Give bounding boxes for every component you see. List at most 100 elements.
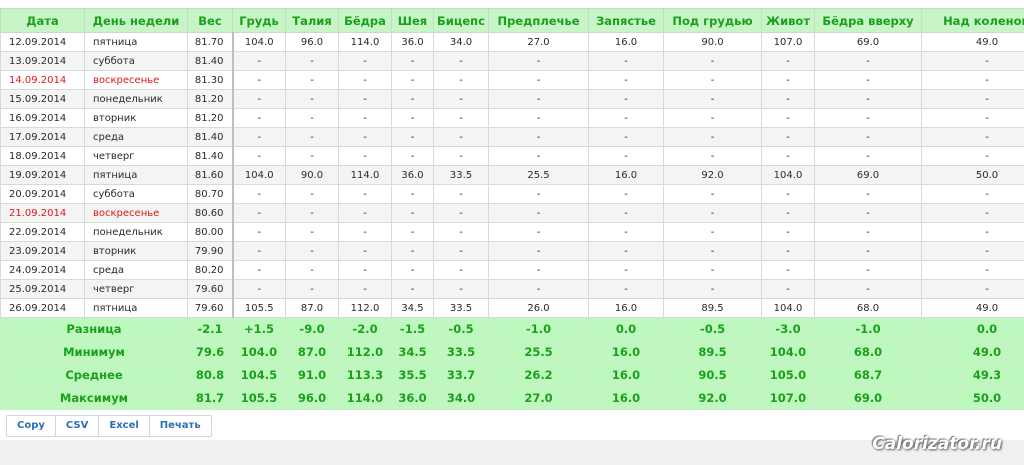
table-row: 26.09.2014 пятница 79.60 105.5 87.0 112.0 34.5… xyxy=(0,298,1024,318)
summary-value-underbust: 92.0 xyxy=(663,386,762,410)
table-row: 14.09.2014 воскресенье 81.30- - - - - - - - - - - xyxy=(0,70,1024,90)
summary-value-waist: -9.0 xyxy=(285,317,339,341)
cell-weekday: четверг xyxy=(84,279,188,299)
column-header-biceps[interactable]: Бицепс xyxy=(433,8,489,33)
cell-forearm: - xyxy=(488,203,589,223)
column-header-above-knee[interactable]: Над коленом xyxy=(921,8,1024,33)
summary-value-upper-thighs: -1.0 xyxy=(814,317,922,341)
table-row: 15.09.2014 понедельник 81.20- - - - - - - - - - - xyxy=(0,89,1024,109)
cell-waist: - xyxy=(285,241,339,261)
cell-forearm: - xyxy=(488,70,589,90)
cell-belly: - xyxy=(761,203,815,223)
print-button[interactable]: Печать xyxy=(150,416,211,436)
cell-wrist: - xyxy=(588,89,664,109)
cell-upper-thighs: 69.0 xyxy=(814,165,922,185)
cell-chest: - xyxy=(232,184,286,204)
cell-underbust: - xyxy=(663,127,762,147)
cell-weight: 81.70 xyxy=(187,32,234,52)
cell-weekday: пятница xyxy=(84,32,188,52)
cell-weekday: суббота xyxy=(84,184,188,204)
column-header-underbust[interactable]: Под грудью xyxy=(663,8,762,33)
cell-above-knee: - xyxy=(921,127,1024,147)
cell-waist: - xyxy=(285,184,339,204)
cell-hips: - xyxy=(338,51,392,71)
cell-chest: - xyxy=(232,70,286,90)
cell-biceps: - xyxy=(433,222,489,242)
column-header-hips[interactable]: Бёдра xyxy=(338,8,392,33)
cell-wrist: - xyxy=(588,51,664,71)
cell-weight: 79.60 xyxy=(187,279,234,299)
summary-value-wrist: 16.0 xyxy=(588,363,664,387)
cell-forearm: - xyxy=(488,260,589,280)
column-header-chest[interactable]: Грудь xyxy=(232,8,286,33)
cell-upper-thighs: - xyxy=(814,108,922,128)
column-header-neck[interactable]: Шея xyxy=(391,8,434,33)
cell-chest: - xyxy=(232,241,286,261)
column-header-weekday[interactable]: День недели xyxy=(84,8,188,33)
cell-hips: - xyxy=(338,70,392,90)
summary-value-chest: +1.5 xyxy=(232,317,286,341)
cell-waist: - xyxy=(285,260,339,280)
cell-neck: - xyxy=(391,89,434,109)
cell-weekday: воскресенье xyxy=(84,70,188,90)
csv-button[interactable]: CSV xyxy=(56,416,100,436)
cell-waist: 90.0 xyxy=(285,165,339,185)
cell-upper-thighs: - xyxy=(814,184,922,204)
summary-value-biceps: 33.7 xyxy=(433,363,489,387)
column-header-wrist[interactable]: Запястье xyxy=(588,8,664,33)
cell-date: 13.09.2014 xyxy=(0,51,85,71)
column-header-waist[interactable]: Талия xyxy=(285,8,339,33)
cell-above-knee: - xyxy=(921,203,1024,223)
column-header-forearm[interactable]: Предплечье xyxy=(488,8,589,33)
table-header-row: Дата День недели Вес Грудь Талия Бёдра Шея Бице… xyxy=(0,8,1024,33)
column-header-weight[interactable]: Вес xyxy=(187,8,233,33)
cell-waist: - xyxy=(285,108,339,128)
cell-weekday: понедельник xyxy=(84,222,188,242)
cell-underbust: - xyxy=(663,279,762,299)
cell-underbust: - xyxy=(663,222,762,242)
summary-row: Максимум 81.7 105.5 96.0 114.0 36.0 34.0 27.0 16… xyxy=(0,386,1024,410)
cell-belly: 104.0 xyxy=(761,165,815,185)
cell-belly: 107.0 xyxy=(761,32,815,52)
cell-hips: - xyxy=(338,146,392,166)
cell-hips: - xyxy=(338,127,392,147)
excel-button[interactable]: Excel xyxy=(99,416,150,436)
summary-value-forearm: -1.0 xyxy=(488,317,589,341)
cell-waist: - xyxy=(285,127,339,147)
cell-weight: 81.20 xyxy=(187,108,234,128)
cell-wrist: - xyxy=(588,127,664,147)
cell-biceps: - xyxy=(433,51,489,71)
summary-value-weight: 80.8 xyxy=(187,363,233,387)
cell-biceps: - xyxy=(433,184,489,204)
summary-value-wrist: 16.0 xyxy=(588,386,664,410)
cell-underbust: - xyxy=(663,89,762,109)
cell-weight: 81.20 xyxy=(187,89,234,109)
export-toolbar: Copy CSV Excel Печать xyxy=(6,415,212,437)
cell-neck: - xyxy=(391,241,434,261)
cell-biceps: - xyxy=(433,279,489,299)
summary-value-biceps: 33.5 xyxy=(433,340,489,364)
cell-forearm: - xyxy=(488,222,589,242)
cell-underbust: - xyxy=(663,203,762,223)
cell-date: 24.09.2014 xyxy=(0,260,85,280)
cell-neck: - xyxy=(391,260,434,280)
cell-wrist: - xyxy=(588,279,664,299)
cell-wrist: 16.0 xyxy=(588,32,664,52)
column-header-upper-thighs[interactable]: Бёдра вверху xyxy=(814,8,922,33)
column-header-belly[interactable]: Живот xyxy=(761,8,815,33)
cell-neck: - xyxy=(391,222,434,242)
summary-value-upper-thighs: 68.0 xyxy=(814,340,922,364)
cell-date: 14.09.2014 xyxy=(0,70,85,90)
summary-value-waist: 91.0 xyxy=(285,363,339,387)
copy-button[interactable]: Copy xyxy=(7,416,56,436)
cell-wrist: 16.0 xyxy=(588,165,664,185)
summary-value-above-knee: 50.0 xyxy=(921,386,1024,410)
cell-hips: 112.0 xyxy=(338,298,392,318)
summary-value-hips: 113.3 xyxy=(338,363,392,387)
cell-neck: - xyxy=(391,51,434,71)
cell-hips: - xyxy=(338,203,392,223)
cell-underbust: 89.5 xyxy=(663,298,762,318)
cell-above-knee: - xyxy=(921,241,1024,261)
cell-date: 12.09.2014 xyxy=(0,32,85,52)
column-header-date[interactable]: Дата xyxy=(0,8,85,33)
